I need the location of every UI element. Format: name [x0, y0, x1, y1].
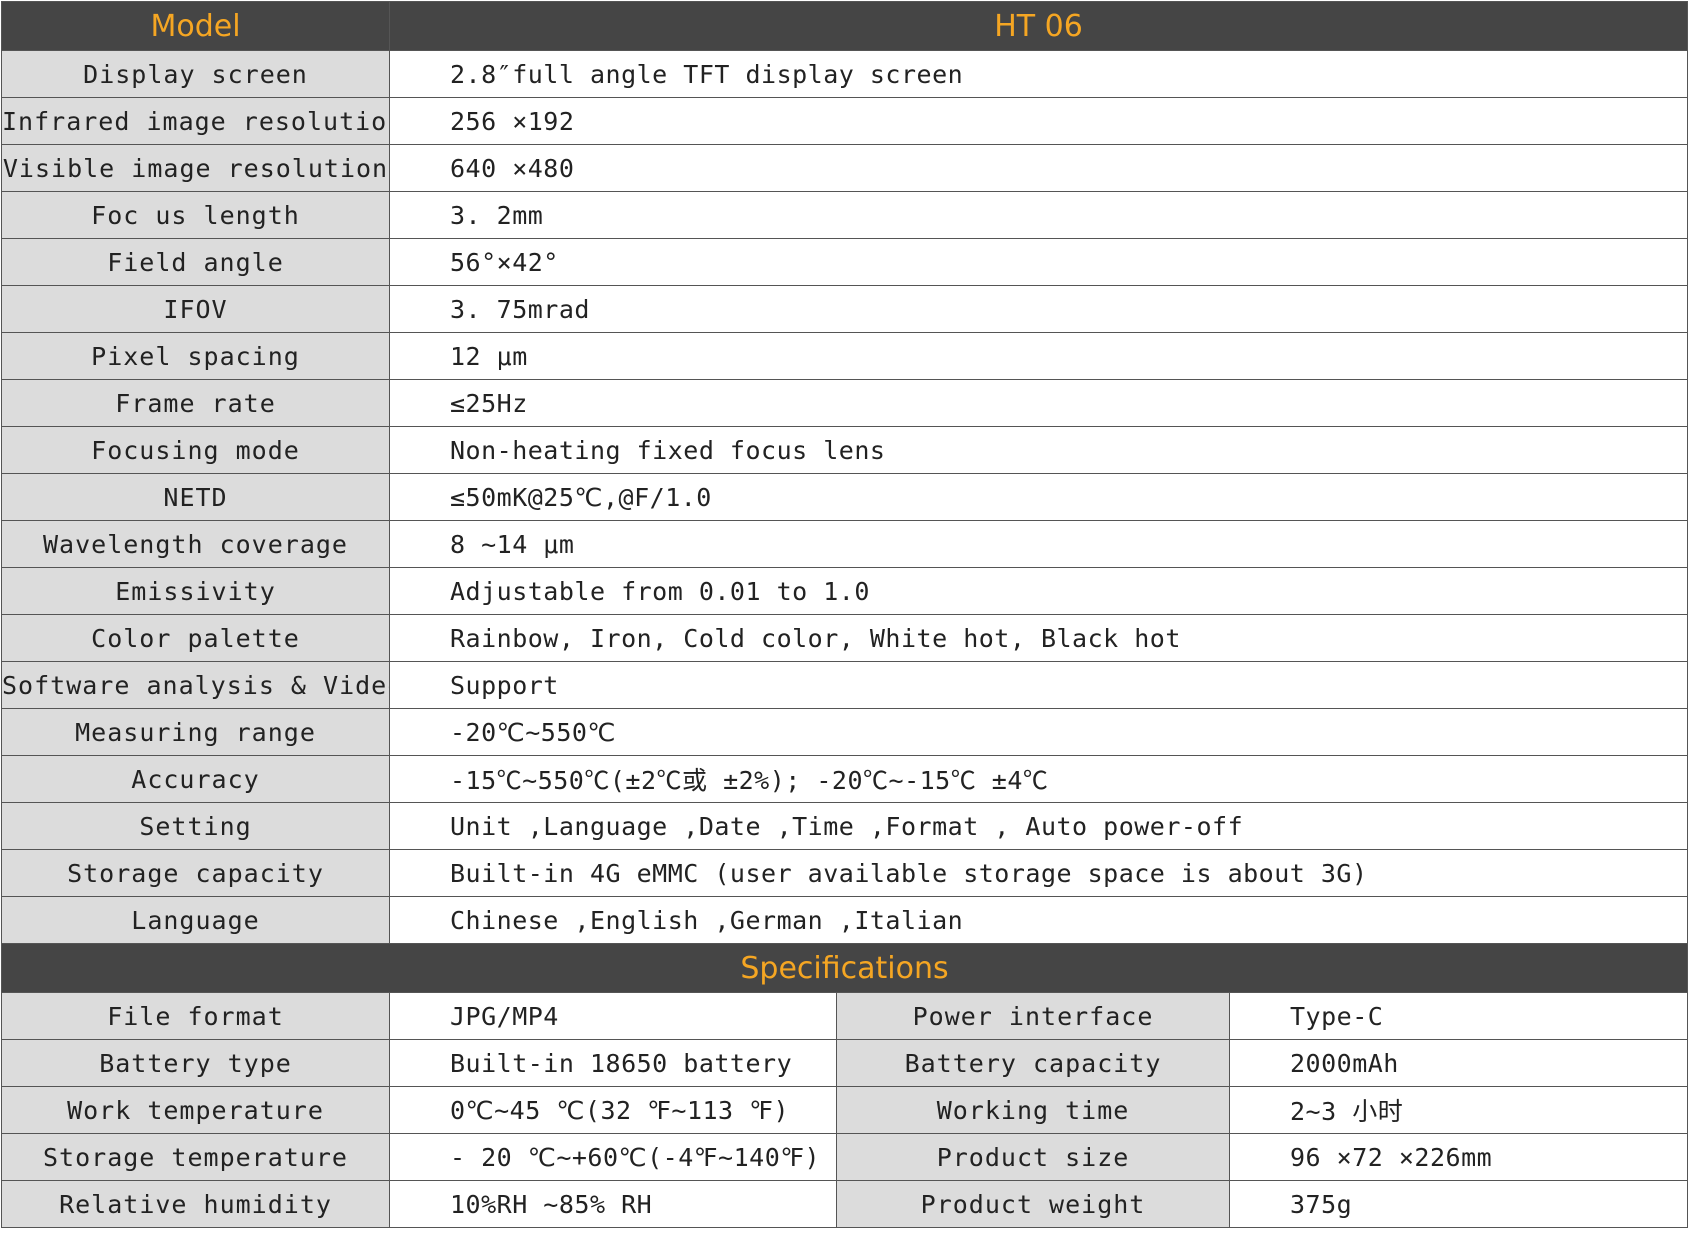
- spec-label: Software analysis & Video: [1, 661, 390, 709]
- spec-label: Setting: [1, 802, 390, 850]
- spec-table: Model HT 06 Display screen 2.8″full angl…: [0, 1, 1688, 1228]
- spec-value: 56°×42°: [388, 238, 1688, 286]
- table-row: Relative humidity 10%RH ~85% RH Product …: [1, 1180, 1688, 1228]
- spec-value: Built-in 4G eMMC (user available storage…: [388, 849, 1688, 897]
- spec-label: NETD: [1, 473, 390, 521]
- spec-label: File format: [1, 992, 390, 1040]
- table-row: Measuring range -20℃~550℃: [1, 708, 1688, 756]
- spec-label: Pixel spacing: [1, 332, 390, 380]
- spec-value: Rainbow, Iron, Cold color, White hot, Bl…: [388, 614, 1688, 662]
- table-row: Emissivity Adjustable from 0.01 to 1.0: [1, 567, 1688, 615]
- spec-label: Visible image resolution: [1, 144, 390, 192]
- spec-label: Relative humidity: [1, 1180, 390, 1228]
- spec-label: Infrared image resolution: [1, 97, 390, 145]
- spec-value: 3. 75mrad: [388, 285, 1688, 333]
- spec-value: 0℃~45 ℃(32 ℉~113 ℉): [389, 1086, 837, 1134]
- model-value: HT 06: [388, 1, 1688, 51]
- spec-label: Language: [1, 896, 390, 944]
- spec-label: Color palette: [1, 614, 390, 662]
- spec-label: Work temperature: [1, 1086, 390, 1134]
- spec-label: Storage temperature: [1, 1133, 390, 1181]
- table-row: Battery type Built-in 18650 battery Batt…: [1, 1039, 1688, 1087]
- table-row: Display screen 2.8″full angle TFT displa…: [1, 50, 1688, 98]
- spec-value: -20℃~550℃: [388, 708, 1688, 756]
- spec-label: Battery type: [1, 1039, 390, 1087]
- table-row: Work temperature 0℃~45 ℃(32 ℉~113 ℉) Wor…: [1, 1086, 1688, 1134]
- model-label: Model: [1, 1, 390, 51]
- table-row: File format JPG/MP4 Power interface Type…: [1, 992, 1688, 1040]
- spec-value: ≤25Hz: [388, 379, 1688, 427]
- spec-value: 2000mAh: [1228, 1039, 1688, 1087]
- spec-label: Measuring range: [1, 708, 390, 756]
- table-row: Storage capacity Built-in 4G eMMC (user …: [1, 849, 1688, 897]
- spec-value: 256 ×192: [388, 97, 1688, 145]
- spec-value: 10%RH ~85% RH: [389, 1180, 837, 1228]
- spec-value: Type-C: [1228, 992, 1688, 1040]
- table-row: Accuracy -15℃~550℃(±2℃或 ±2%); -20℃~-15℃ …: [1, 755, 1688, 803]
- spec-label: Foc us length: [1, 191, 390, 239]
- table-row: Language Chinese ,English ,German ,Itali…: [1, 896, 1688, 944]
- spec-value: 96 ×72 ×226mm: [1228, 1133, 1688, 1181]
- spec-value: 2.8″full angle TFT display screen: [388, 50, 1688, 98]
- spec-label: Working time: [836, 1086, 1230, 1134]
- spec-label: Storage capacity: [1, 849, 390, 897]
- spec-label: Focusing mode: [1, 426, 390, 474]
- spec-label: Emissivity: [1, 567, 390, 615]
- spec-label: Product size: [836, 1133, 1230, 1181]
- spec-label: Display screen: [1, 50, 390, 98]
- table-row: Foc us length 3. 2mm: [1, 191, 1688, 239]
- spec-value: 12 μm: [388, 332, 1688, 380]
- table-row: Pixel spacing 12 μm: [1, 332, 1688, 380]
- spec-value: Support: [388, 661, 1688, 709]
- table-row: Wavelength coverage 8 ~14 μm: [1, 520, 1688, 568]
- spec-label: Field angle: [1, 238, 390, 286]
- table-row: Storage temperature - 20 ℃~+60℃(-4℉~140℉…: [1, 1133, 1688, 1181]
- spec-value: 3. 2mm: [388, 191, 1688, 239]
- spec-value: -15℃~550℃(±2℃或 ±2%); -20℃~-15℃ ±4℃: [388, 755, 1688, 803]
- table-row: Infrared image resolution 256 ×192: [1, 97, 1688, 145]
- spec-value: Adjustable from 0.01 to 1.0: [388, 567, 1688, 615]
- table-row: IFOV 3. 75mrad: [1, 285, 1688, 333]
- spec-label: IFOV: [1, 285, 390, 333]
- spec-value: ≤50mK@25℃,@F/1.0: [388, 473, 1688, 521]
- specifications-header-row: Specifications: [0, 943, 1688, 993]
- spec-label: Accuracy: [1, 755, 390, 803]
- table-row: Focusing mode Non-heating fixed focus le…: [1, 426, 1688, 474]
- spec-label: Power interface: [836, 992, 1230, 1040]
- table-row: Software analysis & Video Support: [1, 661, 1688, 709]
- model-header-row: Model HT 06: [1, 1, 1688, 51]
- spec-value: 2~3 小时: [1228, 1086, 1688, 1134]
- table-row: Frame rate ≤25Hz: [1, 379, 1688, 427]
- spec-value: JPG/MP4: [389, 992, 837, 1040]
- table-row: Setting Unit ,Language ,Date ,Time ,Form…: [1, 802, 1688, 850]
- spec-value: 8 ~14 μm: [388, 520, 1688, 568]
- spec-value: Chinese ,English ,German ,Italian: [388, 896, 1688, 944]
- table-row: Field angle 56°×42°: [1, 238, 1688, 286]
- spec-value: 640 ×480: [388, 144, 1688, 192]
- spec-value: Unit ,Language ,Date ,Time ,Format , Aut…: [388, 802, 1688, 850]
- spec-value: Built-in 18650 battery: [389, 1039, 837, 1087]
- table-row: NETD ≤50mK@25℃,@F/1.0: [1, 473, 1688, 521]
- spec-label: Frame rate: [1, 379, 390, 427]
- spec-value: Non-heating fixed focus lens: [388, 426, 1688, 474]
- spec-label: Wavelength coverage: [1, 520, 390, 568]
- spec-label: Product weight: [836, 1180, 1230, 1228]
- spec-label: Battery capacity: [836, 1039, 1230, 1087]
- table-row: Visible image resolution 640 ×480: [1, 144, 1688, 192]
- spec-value: - 20 ℃~+60℃(-4℉~140℉): [389, 1133, 837, 1181]
- table-row: Color palette Rainbow, Iron, Cold color,…: [1, 614, 1688, 662]
- spec-value: 375g: [1228, 1180, 1688, 1228]
- section-title: Specifications: [0, 943, 1688, 993]
